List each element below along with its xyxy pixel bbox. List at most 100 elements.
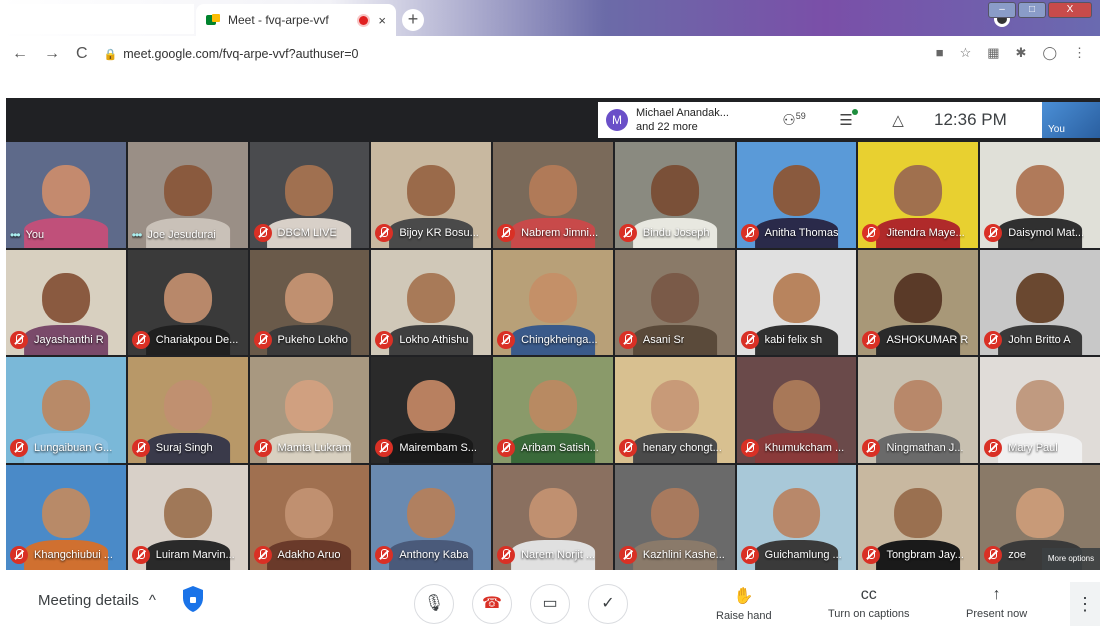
present-now-button[interactable]: ↑ Present now <box>966 586 1027 620</box>
participant-name: Adakho Aruo <box>277 549 341 561</box>
participant-tile[interactable]: John Britto A <box>980 249 1100 355</box>
chat-button[interactable]: ☰ <box>820 109 872 129</box>
chat-notification-dot <box>852 109 858 115</box>
checkmark-button[interactable]: ✓ <box>588 584 628 624</box>
participant-tile[interactable]: Adakho Aruo <box>249 464 370 570</box>
participant-tile[interactable]: Chingkheinga... <box>493 249 613 355</box>
participant-tile[interactable]: Khumukcham ... <box>736 357 857 463</box>
hand-icon: ✋ <box>733 588 754 605</box>
captions-button[interactable]: cc Turn on captions <box>828 586 910 620</box>
minimize-button[interactable]: – <box>988 2 1016 18</box>
participant-name: Mairembam S... <box>399 441 477 454</box>
participant-name: Bijoy KR Bosu... <box>399 226 479 239</box>
participant-tile[interactable]: Mairembam S... <box>371 357 492 463</box>
participant-tile[interactable]: Guichamlung ... <box>736 464 857 570</box>
participant-name: kabi felix sh <box>764 334 823 346</box>
participant-tile[interactable]: Nabrem Jimni... <box>493 142 613 248</box>
hang-up-icon: ☎ <box>482 595 502 612</box>
participant-tile[interactable]: Pukeho Lokho <box>249 249 370 355</box>
presenter-chip[interactable]: M Michael Anandak... and 22 more <box>598 102 768 138</box>
participant-tile[interactable]: Bindu Joseph <box>614 142 735 248</box>
participant-name-tag: Jayashanthi R <box>10 331 104 349</box>
participant-tile[interactable]: Lokho Athishu <box>371 249 492 355</box>
participant-tile[interactable]: Jayashanthi R <box>6 249 126 355</box>
lock-icon[interactable]: 🔒 <box>104 48 118 61</box>
chat-icon: ☰ <box>839 112 853 129</box>
participant-tile[interactable]: Lungaibuan G... <box>6 357 126 463</box>
participant-tile[interactable]: Tongbram Jay... <box>858 464 979 570</box>
participant-video <box>529 380 577 431</box>
participant-tile[interactable]: Narem Norjit ... <box>493 464 613 570</box>
participant-name: Lokho Athishu <box>399 334 469 346</box>
microphone-button[interactable]: 🎙 <box>414 584 454 624</box>
participant-tile[interactable]: Mamta Lukram <box>249 357 370 463</box>
new-tab-button[interactable]: + <box>402 9 424 31</box>
participant-tile[interactable]: Anthony Kaba <box>371 464 492 570</box>
participant-name: Suraj Singh <box>155 441 213 454</box>
host-controls-shield-icon[interactable] <box>180 584 206 614</box>
participant-name-tag: kabi felix sh <box>740 331 823 349</box>
participant-name: Chingkheinga... <box>521 334 598 346</box>
activities-button[interactable]: △ <box>872 111 924 129</box>
participant-tile[interactable]: Suraj Singh <box>127 357 248 463</box>
participant-video <box>894 487 943 539</box>
more-options-kebab-icon[interactable]: ⋮ <box>1070 582 1100 626</box>
meeting-details-button[interactable]: Meeting details ^ <box>38 592 156 609</box>
mic-off-icon <box>131 546 150 564</box>
close-window-button[interactable]: X <box>1048 2 1092 18</box>
participant-tile[interactable]: Bijoy KR Bosu... <box>371 142 492 248</box>
participant-video <box>285 380 334 431</box>
participant-name-tag: Pukeho Lokho <box>253 331 348 349</box>
puzzle-icon[interactable]: ✱ <box>1016 45 1027 61</box>
browser-tab-meet[interactable]: Meet - fvq-arpe-vvf × <box>196 4 396 36</box>
menu-kebab-icon[interactable]: ⋮ <box>1073 45 1086 61</box>
participant-tile[interactable]: kabi felix sh <box>736 249 857 355</box>
mic-off-icon <box>862 223 881 242</box>
participant-tile[interactable]: Jitendra Maye... <box>858 142 979 248</box>
presenter-avatar: M <box>606 109 628 131</box>
activities-icon: △ <box>892 112 904 129</box>
participant-tile[interactable]: zoe More options <box>980 464 1100 570</box>
self-view-thumbnail[interactable]: You <box>1042 102 1100 138</box>
maximize-button[interactable]: □ <box>1018 2 1046 18</box>
forward-button[interactable]: → <box>44 45 60 63</box>
participant-tile[interactable]: henary chongt... <box>614 357 735 463</box>
participant-name-tag: Luiram Marvin... <box>131 546 235 564</box>
participant-name: Lungaibuan G... <box>34 441 113 454</box>
participant-tile[interactable]: Chariakpou De... <box>127 249 248 355</box>
participant-name-tag: John Britto A <box>984 331 1071 349</box>
participant-tile[interactable]: ASHOKUMAR R <box>858 249 979 355</box>
participant-name: Guichamlung ... <box>764 549 842 561</box>
participant-tile[interactable]: Ningmathan J... <box>858 357 979 463</box>
participant-tile[interactable]: Anitha Thomas <box>736 142 857 248</box>
participant-tile[interactable]: Luiram Marvin... <box>127 464 248 570</box>
participant-name-tag: Lokho Athishu <box>375 331 468 349</box>
check-icon: ✓ <box>601 595 615 612</box>
mic-off-icon <box>862 331 881 349</box>
people-button[interactable]: ⚇59 <box>768 111 820 129</box>
participant-tile[interactable]: Asani Sr <box>614 249 735 355</box>
participant-tile[interactable]: DBCM LIVE <box>249 142 370 248</box>
camera-button[interactable]: ▭ <box>530 584 570 624</box>
participant-tile[interactable]: ••• You <box>6 142 126 248</box>
participant-tile[interactable]: Khangchiubui ... <box>6 464 126 570</box>
bookmark-star-icon[interactable]: ☆ <box>960 45 972 61</box>
participant-tile[interactable]: Kazhlini Kashe... <box>614 464 735 570</box>
reload-button[interactable]: C <box>76 45 88 63</box>
back-button[interactable]: ← <box>12 45 28 63</box>
tab-close-icon[interactable]: × <box>378 13 386 28</box>
extension-icon[interactable]: ▦ <box>987 45 999 61</box>
participant-name-tag: DBCM LIVE <box>253 223 337 242</box>
account-icon[interactable]: ◯ <box>1042 45 1057 61</box>
url-field[interactable]: meet.google.com/fvq-arpe-vvf?authuser=0 <box>123 47 358 61</box>
participant-video <box>163 272 212 324</box>
participant-tile[interactable]: Mary Paul <box>980 357 1100 463</box>
camera-indicator-icon[interactable]: ■ <box>936 45 944 61</box>
participant-tile[interactable]: ••• Joe Jesudurai <box>127 142 248 248</box>
participant-video <box>650 380 699 431</box>
participant-name-tag: Adakho Aruo <box>253 546 341 564</box>
participant-tile[interactable]: Aribam Satish... <box>493 357 613 463</box>
raise-hand-button[interactable]: ✋ Raise hand <box>716 586 772 622</box>
participant-tile[interactable]: Daisymol Mat... <box>980 142 1100 248</box>
leave-call-button[interactable]: ☎ <box>472 584 512 624</box>
